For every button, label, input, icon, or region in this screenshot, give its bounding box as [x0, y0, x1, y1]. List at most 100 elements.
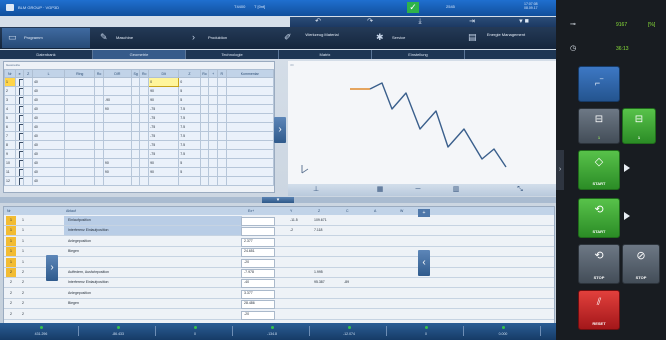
start-cycle-play-icon[interactable] [624, 212, 630, 220]
geometry-cell[interactable] [139, 86, 150, 96]
geometry-cell[interactable] [139, 95, 150, 105]
sequence-row[interactable]: 2 2 Auffedern, Ausfahrposition -7.978 1.995 [4, 268, 554, 278]
geometry-cell[interactable] [130, 95, 141, 105]
sequence-row[interactable]: 2 2 -20 [4, 310, 554, 320]
geometry-row[interactable]: 2 40 90 5 [4, 86, 274, 96]
geometry-cell[interactable] [199, 122, 210, 132]
geometry-cell[interactable] [130, 77, 141, 87]
tab-energie[interactable]: ▤ Energie Management [462, 28, 554, 48]
geometry-cell-nr[interactable]: 7 [4, 131, 16, 141]
geometry-cell[interactable] [23, 140, 33, 150]
geometry-expand-button[interactable]: › [274, 117, 286, 143]
geometry-cell-z[interactable]: 5 [178, 95, 201, 105]
geometry-cell[interactable] [130, 131, 141, 141]
jump-button[interactable]: ⇥ [450, 17, 494, 27]
geometry-cell[interactable] [216, 95, 227, 105]
geometry-cell[interactable] [216, 140, 227, 150]
save-button[interactable]: ▾ ■ [502, 17, 546, 27]
geometry-cell[interactable] [94, 158, 104, 168]
geometry-cell[interactable] [23, 131, 33, 141]
bend-type-cell[interactable] [14, 167, 25, 177]
geometry-cell-nr[interactable]: 6 [4, 122, 16, 132]
geometry-cell-dir[interactable] [102, 122, 132, 132]
geometry-cell-dlt[interactable] [148, 176, 180, 186]
sequence-row[interactable]: 2 2 Interferenz Einlaufposition -40 95.387 -8… [4, 278, 554, 289]
view-axes-icon[interactable]: ⊥ [296, 185, 336, 195]
geometry-cell[interactable] [216, 149, 227, 159]
geometry-cell[interactable] [130, 158, 141, 168]
view-flat-icon[interactable]: ─ [398, 185, 438, 195]
geometry-cell[interactable] [64, 113, 96, 123]
geometry-cell[interactable] [64, 158, 96, 168]
bend-type-cell[interactable] [14, 122, 25, 132]
geometry-cell[interactable] [225, 122, 274, 132]
start-play-icon[interactable] [624, 164, 630, 172]
geometry-cell[interactable] [225, 113, 274, 123]
tab-werkzeug[interactable]: ✐ Werkzeug Material [278, 28, 366, 48]
undo-button[interactable]: ↶ [296, 17, 340, 27]
geometry-cell-dir[interactable]: 90 [102, 104, 132, 114]
geometry-cell[interactable] [94, 140, 104, 150]
geometry-cell[interactable] [64, 149, 96, 159]
geometry-cell[interactable] [199, 149, 210, 159]
geometry-cell[interactable] [130, 104, 141, 114]
tab-maschine[interactable]: ✎ Maschine [94, 28, 182, 48]
geometry-cell-dir[interactable] [102, 131, 132, 141]
geometry-cell-z[interactable]: 7.5 [178, 122, 201, 132]
mode-select-button[interactable]: ⌐‾ [578, 66, 620, 102]
geometry-row[interactable]: 10 40 90 90 5 [4, 158, 274, 168]
geometry-cell-dlt[interactable]: -75 [148, 149, 180, 159]
geometry-cell[interactable] [199, 104, 210, 114]
subtab-datenbank[interactable]: Datenbank [0, 50, 93, 59]
geometry-cell-l[interactable]: 40 [31, 131, 66, 141]
subtab-einstellung[interactable]: Einstellung [372, 50, 465, 59]
download-button[interactable]: ⤓ [398, 17, 442, 27]
geometry-cell-nr[interactable]: 9 [4, 149, 16, 159]
geometry-cell[interactable] [130, 86, 141, 96]
tab-programm[interactable]: ▭ Programm [2, 28, 90, 48]
geometry-cell[interactable] [208, 167, 218, 177]
geometry-cell[interactable] [225, 149, 274, 159]
sequence-left-expand-button[interactable]: › [46, 255, 58, 281]
geometry-cell[interactable] [94, 113, 104, 123]
geometry-cell-dir[interactable] [102, 176, 132, 186]
geometry-cell[interactable] [225, 131, 274, 141]
geometry-cell-z[interactable]: 7.5 [178, 131, 201, 141]
geometry-cell-z[interactable]: 7.5 [178, 113, 201, 123]
geometry-cell-nr[interactable]: 12 [4, 176, 16, 186]
geometry-cell[interactable] [64, 131, 96, 141]
geometry-cell[interactable] [139, 149, 150, 159]
geometry-cell-nr[interactable]: 5 [4, 113, 16, 123]
geometry-cell[interactable] [94, 122, 104, 132]
view-machine-icon[interactable]: ▦ [360, 185, 400, 195]
geometry-cell[interactable] [139, 131, 150, 141]
sequence-row[interactable]: 1 1 Biegen 24.651 [4, 247, 554, 258]
sequence-row[interactable]: 2 2 Biegen 28.486 [4, 299, 554, 310]
geometry-cell[interactable] [225, 104, 274, 114]
geometry-cell[interactable] [64, 167, 96, 177]
bend-type-cell[interactable] [14, 95, 25, 105]
geometry-cell[interactable] [225, 77, 274, 87]
panel-splitter[interactable]: ▾ [0, 197, 556, 203]
geometry-cell[interactable] [64, 95, 96, 105]
geometry-cell-dlt[interactable]: 0 [148, 77, 180, 87]
bend-type-cell[interactable] [14, 113, 25, 123]
geometry-cell[interactable] [139, 77, 150, 87]
geometry-cell-nr[interactable]: 8 [4, 140, 16, 150]
geometry-cell-dir[interactable]: -90 [102, 95, 132, 105]
geometry-cell[interactable] [208, 176, 218, 186]
tab-produktion[interactable]: › Produktion [186, 28, 274, 48]
geometry-cell-z[interactable]: 5 [178, 167, 201, 177]
tab-service[interactable]: ✱ Service [370, 28, 458, 48]
geometry-cell[interactable] [216, 86, 227, 96]
geometry-cell-dlt[interactable]: 90 [148, 167, 180, 177]
geometry-cell[interactable] [225, 167, 274, 177]
geometry-cell-dir[interactable] [102, 149, 132, 159]
geometry-cell[interactable] [23, 167, 33, 177]
geometry-cell[interactable] [64, 140, 96, 150]
geometry-cell[interactable] [94, 131, 104, 141]
geometry-cell[interactable] [208, 86, 218, 96]
geometry-cell[interactable] [139, 158, 150, 168]
geometry-cell[interactable] [64, 122, 96, 132]
geometry-cell[interactable] [94, 167, 104, 177]
